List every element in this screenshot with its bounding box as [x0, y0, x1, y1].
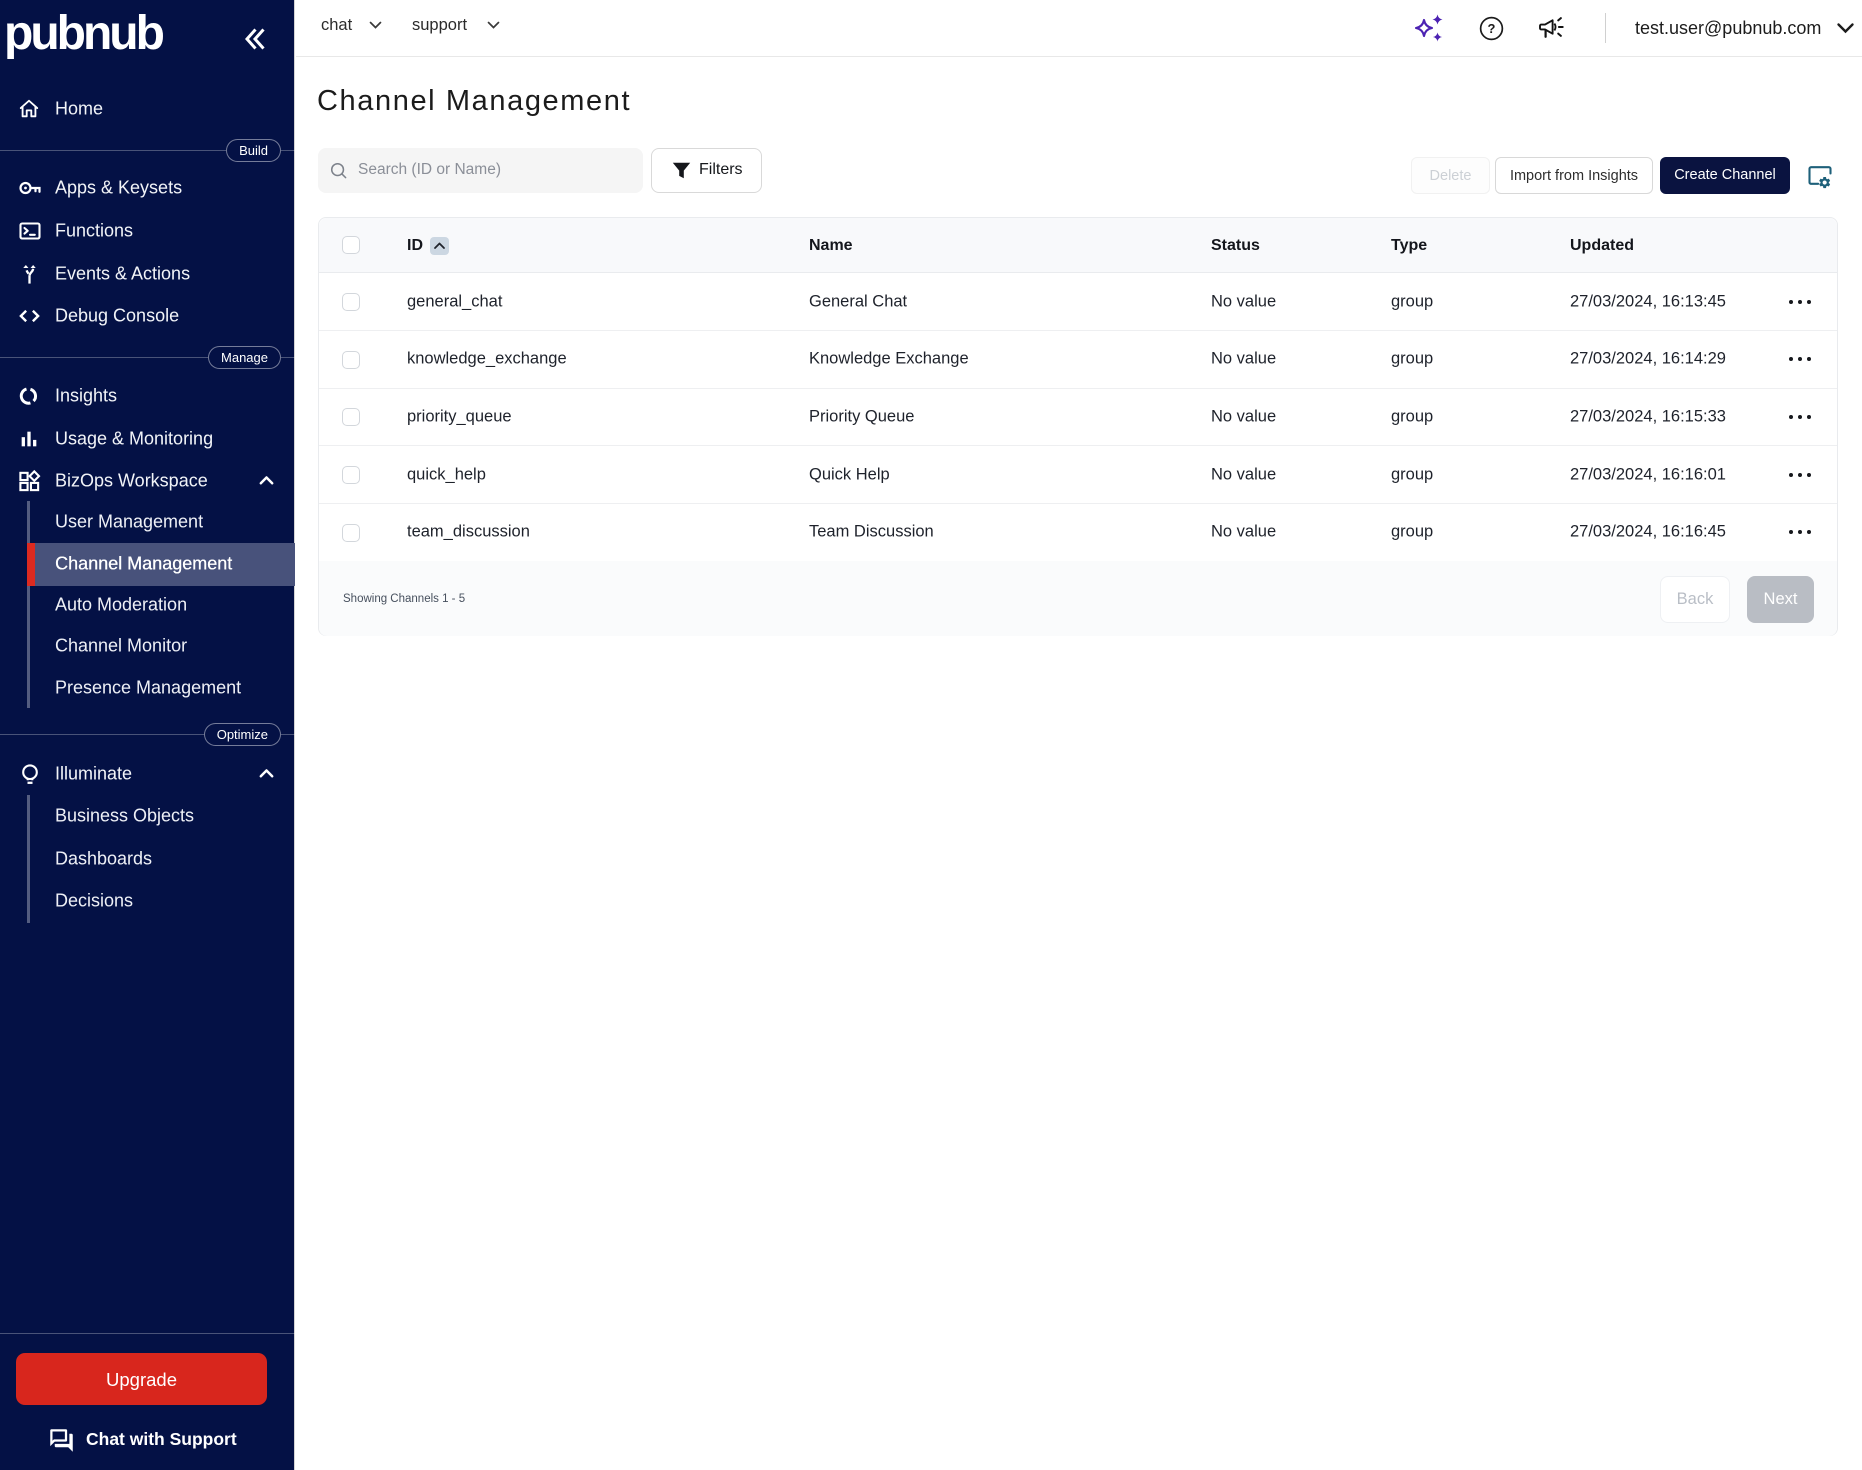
svg-text:?: ? [1488, 21, 1496, 36]
